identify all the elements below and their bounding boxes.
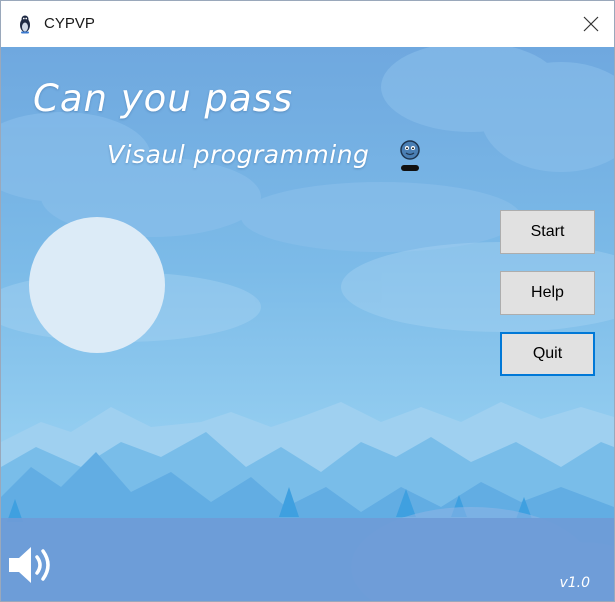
quit-button[interactable]: Quit [500, 332, 595, 376]
game-canvas: Can you pass Visaul programming Start He… [1, 47, 614, 601]
version-label: v1.0 [559, 575, 590, 591]
close-button[interactable] [568, 1, 614, 47]
bottom-bar: v1.0 [1, 518, 614, 601]
sun [29, 217, 165, 353]
subtitle: Visaul programming [107, 140, 370, 169]
penguin-icon [20, 15, 30, 34]
app-window: CYPVP Can you pass Visaul programming St… [0, 0, 615, 602]
speaker-icon[interactable] [7, 543, 55, 587]
window-title: CYPVP [44, 15, 95, 32]
mascot-icon [400, 140, 420, 171]
start-button[interactable]: Start [500, 210, 595, 254]
close-icon [583, 16, 599, 32]
title-bar: CYPVP [1, 1, 614, 47]
help-button[interactable]: Help [500, 271, 595, 315]
headline: Can you pass [33, 77, 294, 120]
